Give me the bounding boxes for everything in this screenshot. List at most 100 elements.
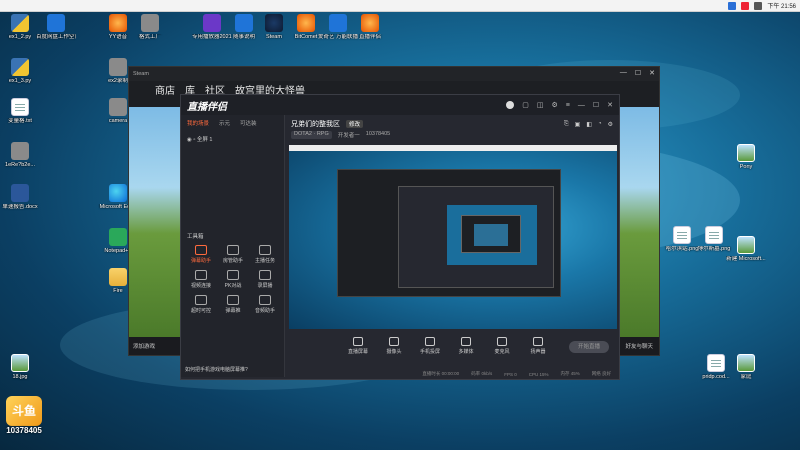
desktop-icon[interactable]: 单速报告.docx — [0, 184, 40, 211]
tab-second[interactable]: 示元 — [219, 119, 230, 127]
scene-item-label: 全屏 1 — [196, 137, 213, 143]
desktop-icon[interactable]: ex1_3.py — [0, 58, 40, 85]
tool-item[interactable]: 弹幕助手 — [185, 245, 217, 264]
media-icon — [461, 337, 471, 346]
avatar[interactable] — [506, 101, 515, 109]
clock[interactable]: 下午 21:56 — [767, 1, 796, 10]
tool-item[interactable]: 主播任务 — [249, 245, 281, 264]
img-file-icon — [737, 354, 755, 372]
settings-icon[interactable]: ⚙ — [551, 101, 557, 109]
control-screen[interactable]: 直播屏幕 — [345, 337, 371, 355]
tool-icon — [227, 295, 239, 305]
go-live-button[interactable]: 开始直播 — [569, 341, 609, 353]
control-label: 摄像头 — [386, 349, 402, 355]
py-file-icon — [11, 14, 29, 32]
microphone-icon — [497, 337, 507, 346]
maximize-icon[interactable]: ☐ — [593, 101, 599, 109]
control-label: 直播屏幕 — [347, 349, 368, 355]
add-game-button[interactable]: 添加游戏 — [133, 342, 155, 350]
close-icon[interactable]: ✕ — [649, 69, 655, 77]
tool-item[interactable]: 房管助手 — [217, 245, 249, 264]
orange-file-icon — [109, 14, 127, 32]
category-tag[interactable]: DOTA2 · RPG — [291, 131, 332, 139]
scene-item[interactable]: ◉ ▫ 全屏 1 — [181, 131, 284, 147]
img-file-icon — [11, 354, 29, 372]
tool-item[interactable]: 录屏播 — [249, 270, 281, 289]
blue-file-icon — [47, 14, 65, 32]
tool-label: 录屏播 — [257, 283, 273, 289]
desktop-icon[interactable]: 直播伴侣 — [350, 14, 390, 41]
help-hint[interactable]: 如何把手机游戏电脑屏幕推? — [185, 366, 248, 373]
desktop-icon[interactable]: 1eRe?b2e... — [0, 142, 40, 169]
tab-my-scenes[interactable]: 我的场景 — [187, 119, 209, 127]
panel-header-icons: ▢ ◫ ⚙ ≡ — ☐ ✕ — [506, 101, 613, 109]
tool-label: 视频连接 — [190, 283, 211, 289]
tool-item[interactable]: 音频助手 — [249, 295, 281, 314]
eye-icon[interactable]: ◉ — [187, 137, 192, 143]
tool-icon — [259, 245, 271, 255]
volume-icon[interactable] — [754, 1, 763, 10]
minimize-icon[interactable]: — — [578, 102, 585, 109]
control-camera[interactable]: 摄像头 — [381, 337, 407, 355]
desktop-icon-label: 新建 Microsoft... — [726, 256, 766, 262]
desktop-icon-label: 变量格.txt — [8, 118, 32, 124]
settings-icon[interactable]: ⚙ — [608, 121, 613, 128]
nav-store[interactable]: 商店 — [155, 82, 175, 97]
menu-icon[interactable]: ≡ — [566, 102, 570, 109]
control-phone-cast[interactable]: 手机投屏 — [417, 337, 443, 355]
tool-item[interactable]: PK对战 — [217, 270, 249, 289]
steam-file-icon — [265, 14, 283, 32]
desktop-icon[interactable]: 新建 Microsoft... — [726, 236, 766, 263]
desktop-icon[interactable]: Pony — [726, 144, 766, 171]
desktop-icon[interactable]: 格式工厂 — [130, 14, 170, 41]
minimize-icon[interactable]: — — [620, 69, 627, 77]
tool-icon — [195, 295, 207, 305]
watermark-logo: 斗鱼 — [6, 396, 42, 426]
desktop-icon[interactable]: 变量格.txt — [0, 98, 40, 125]
stream-preview[interactable] — [289, 145, 617, 329]
watermark: 斗鱼 10378405 — [6, 396, 42, 435]
game-scene-left — [129, 107, 181, 337]
desktop-icon-label: 百度网盘工作空间 — [36, 34, 76, 40]
control-speaker[interactable]: 扬声器 — [525, 337, 551, 355]
lock-icon[interactable]: ▫ — [193, 137, 195, 143]
control-media[interactable]: 多媒体 — [453, 337, 479, 355]
control-microphone[interactable]: 麦克风 — [489, 337, 515, 355]
tab-third[interactable]: 可达装 — [240, 119, 257, 127]
word-file-icon — [11, 184, 29, 202]
desktop-icon[interactable]: 百度网盘工作空间 — [36, 14, 76, 41]
close-icon[interactable]: ✕ — [607, 101, 613, 109]
bell-icon[interactable]: ◔ — [598, 121, 602, 128]
window-title: Steam — [133, 71, 149, 77]
desktop-icon[interactable]: 18.jpg — [0, 354, 40, 381]
tool-item[interactable]: 超时可控 — [185, 295, 217, 314]
desktop-icon[interactable]: 家庭 — [726, 354, 766, 381]
app-tray-icon[interactable] — [741, 1, 750, 10]
gift-icon[interactable]: ◫ — [537, 101, 544, 109]
stream-panel: 直播伴侣 ▢ ◫ ⚙ ≡ — ☐ ✕ 我的场景 示元 可达装 ◉ ▫ 全屏 1 … — [180, 94, 620, 380]
panel-main: 兄弟们的整我区 修改 DOTA2 · RPG 开发者一 10378405 ⎘ ▣… — [285, 115, 619, 377]
tool-item[interactable]: 视频连接 — [185, 270, 217, 289]
lock-icon[interactable]: ▣ — [575, 121, 581, 128]
window-controls: — ☐ ✕ — [620, 69, 655, 77]
room-info: DOTA2 · RPG 开发者一 10378405 — [285, 129, 619, 141]
message-icon[interactable]: ▢ — [522, 101, 529, 109]
game-scene-right — [619, 107, 659, 337]
tool-item[interactable]: 弹幕推 — [217, 295, 249, 314]
desktop-icon[interactable]: ex1_2.py — [0, 14, 40, 41]
maximize-icon[interactable]: ☐ — [635, 69, 641, 77]
desktop-icon-label: 18.jpg — [12, 374, 28, 380]
window-titlebar[interactable]: Steam — [129, 67, 659, 81]
panel-logo: 直播伴侣 — [187, 101, 227, 113]
desktop-icon-label: ex1_2.py — [8, 34, 32, 40]
tool-label: 主播任务 — [254, 258, 275, 264]
mirror-icon[interactable]: ◧ — [586, 121, 592, 128]
source-controls: 直播屏幕 摄像头 手机投屏 多媒体 麦克风 扬声器 — [345, 337, 551, 355]
blue-file-icon — [329, 14, 347, 32]
network-icon[interactable] — [728, 1, 737, 10]
share-icon[interactable]: ⎘ — [564, 121, 569, 128]
control-label: 扬声器 — [530, 349, 546, 355]
gray-file-icon — [109, 58, 127, 76]
edit-room-button[interactable]: 修改 — [346, 120, 364, 128]
friends-chat-button[interactable]: 好友与聊天 — [625, 342, 659, 350]
